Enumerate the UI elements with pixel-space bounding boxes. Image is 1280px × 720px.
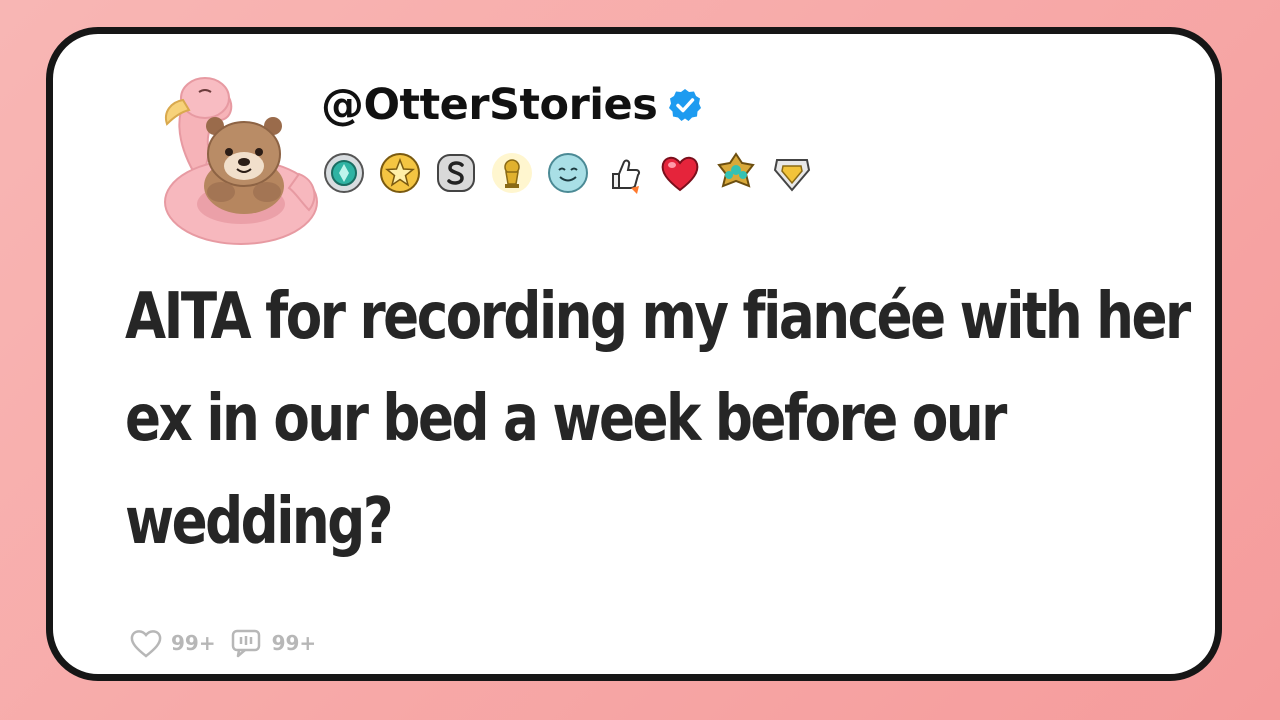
thumbs-up-rocket-icon [612,159,641,194]
smiling-face-icon [548,153,588,193]
heart-icon [130,630,162,658]
comment-icon [231,629,260,658]
gold-star-medal-icon [380,153,420,193]
post-card: @OtterStories AITA for recording my fian… [46,27,1222,681]
likes-stat[interactable]: 99+ [129,628,216,658]
award-badges [321,150,815,196]
teal-gem-medal-icon [324,153,364,193]
author-row: @OtterStories [321,80,703,130]
username[interactable]: @OtterStories [321,80,658,130]
post-title: AITA for recording my fiancée with her e… [125,280,1191,559]
gold-gem-cluster-icon [717,152,755,188]
gold-diamond-shield-icon [773,159,811,192]
red-heart-icon [661,156,699,192]
comments-count: 99+ [271,631,317,655]
post-stats: 99+ 99+ [129,628,316,658]
verified-badge-icon [669,89,702,121]
likes-count: 99+ [171,631,216,655]
avatar[interactable] [123,54,323,264]
comments-stat[interactable]: 99+ [230,628,317,658]
gold-trophy-icon [492,153,532,193]
silver-s-medal-icon [437,154,475,192]
